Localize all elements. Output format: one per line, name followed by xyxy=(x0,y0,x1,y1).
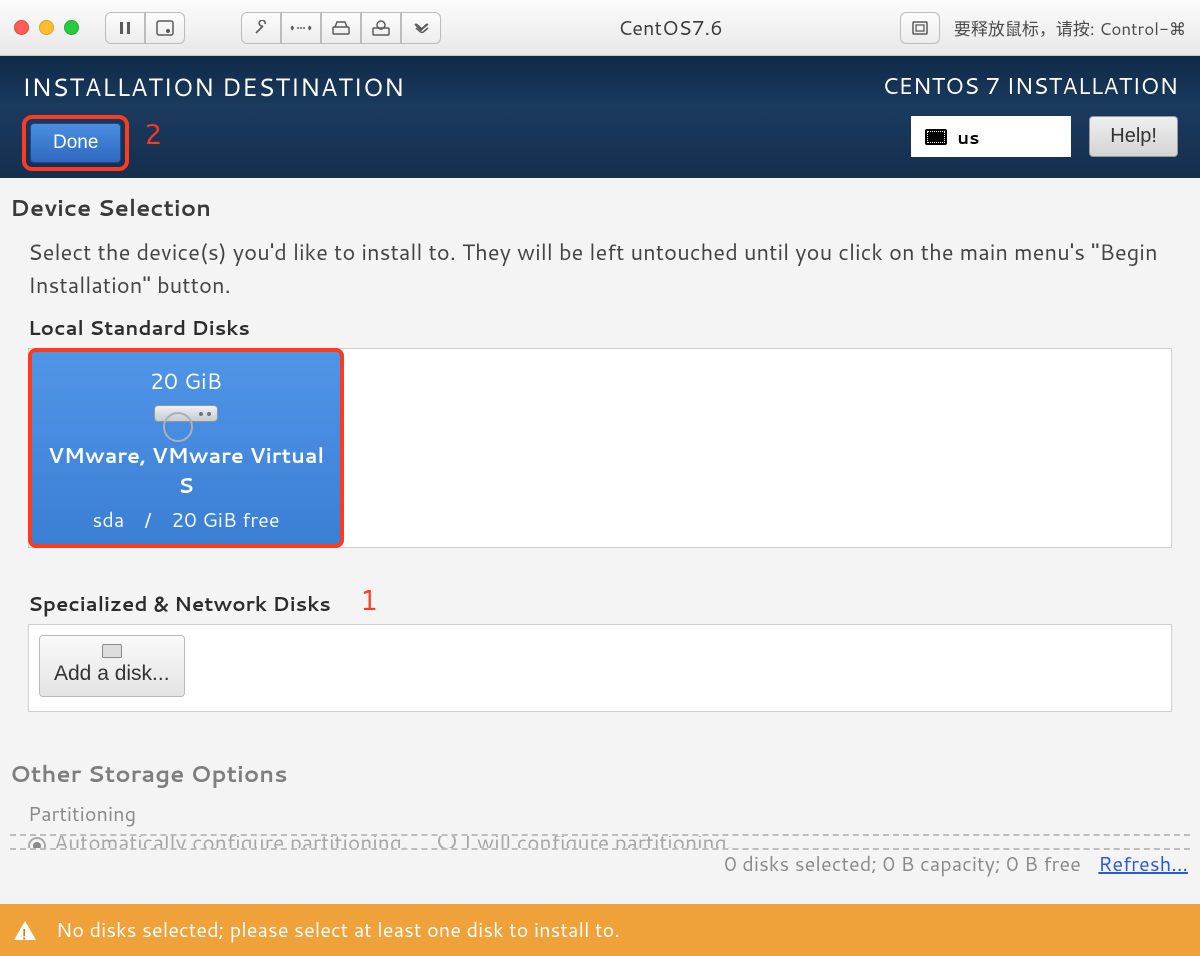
partitioning-label: Partitioning xyxy=(10,800,1190,828)
disk-device: sda xyxy=(92,506,124,534)
done-button[interactable]: Done xyxy=(30,123,121,163)
hdd-icon xyxy=(154,405,218,422)
vm-title: CentOS7.6 xyxy=(449,14,892,42)
mac-titlebar: CentOS7.6 要释放鼠标，请按: Control-⌘ xyxy=(0,0,1200,56)
window-controls xyxy=(14,20,79,35)
resize-button[interactable] xyxy=(281,12,321,44)
snapshot-button[interactable] xyxy=(145,12,185,44)
keyboard-icon xyxy=(925,129,947,145)
device-selection-description: Select the device(s) you'd like to insta… xyxy=(10,234,1190,302)
installer-header: INSTALLATION DESTINATION Done CENTOS 7 I… xyxy=(0,56,1200,178)
tools-button[interactable] xyxy=(241,12,281,44)
disk-meta: sda / 20 GiB free xyxy=(92,506,279,534)
main-content: Device Selection Select the device(s) yo… xyxy=(0,178,1200,956)
fullscreen-button[interactable] xyxy=(900,12,940,44)
selection-summary: 0 disks selected; 0 B capacity; 0 B free… xyxy=(724,850,1188,878)
page-title: INSTALLATION DESTINATION xyxy=(22,70,405,105)
zoom-window-button[interactable] xyxy=(64,20,79,35)
add-disk-label: Add a disk... xyxy=(54,662,170,686)
keyboard-layout-value: us xyxy=(957,124,979,150)
device-selection-heading: Device Selection xyxy=(10,192,1190,224)
radio-icon xyxy=(28,837,46,850)
add-disk-button[interactable]: Add a disk... xyxy=(39,635,185,697)
warning-bar: No disks selected; please select at leas… xyxy=(0,904,1200,956)
help-button[interactable]: Help! xyxy=(1089,116,1178,157)
more-devices-button[interactable] xyxy=(401,12,441,44)
pause-button[interactable] xyxy=(105,12,145,44)
close-window-button[interactable] xyxy=(14,20,29,35)
annotation-step-1: 1 xyxy=(360,580,378,620)
partitioning-options: Automatically configure partitioning. I … xyxy=(10,834,1190,850)
keyboard-layout-selector[interactable]: us xyxy=(911,116,1071,157)
mouse-release-hint: 要释放鼠标，请按: Control-⌘ xyxy=(954,15,1186,41)
radio-auto-partition[interactable]: Automatically configure partitioning. xyxy=(28,834,408,850)
disk-free: 20 GiB free xyxy=(171,506,279,534)
vm-devices-group xyxy=(241,12,441,44)
network-disks-pane: Add a disk... xyxy=(28,624,1172,712)
network-disks-label: Specialized & Network Disks xyxy=(10,590,1190,618)
vm-control-group xyxy=(105,12,185,44)
other-storage-heading: Other Storage Options xyxy=(10,758,1190,790)
disk-size: 20 GiB xyxy=(150,366,222,397)
radio-manual-partition[interactable]: I will configure partitioning. xyxy=(438,834,733,850)
local-disks-label: Local Standard Disks xyxy=(10,314,1190,342)
optical-device-button[interactable] xyxy=(361,12,401,44)
annotation-box-2: Done xyxy=(22,115,129,171)
annotation-step-2: 2 xyxy=(144,114,162,154)
disk-tile-sda[interactable]: 20 GiB VMware, VMware Virtual S sda / 20… xyxy=(28,348,344,548)
refresh-link[interactable]: Refresh... xyxy=(1098,850,1188,878)
installer-brand: CENTOS 7 INSTALLATION xyxy=(882,70,1178,102)
local-disks-pane: 20 GiB VMware, VMware Virtual S sda / 20… xyxy=(28,348,1172,548)
add-disk-icon xyxy=(102,644,122,658)
warning-message: No disks selected; please select at leas… xyxy=(56,916,620,944)
selection-summary-text: 0 disks selected; 0 B capacity; 0 B free xyxy=(724,850,1081,878)
disk-device-button[interactable] xyxy=(321,12,361,44)
radio-icon xyxy=(438,834,456,850)
disk-meta-sep: / xyxy=(144,506,151,534)
warning-icon xyxy=(14,921,36,940)
minimize-window-button[interactable] xyxy=(39,20,54,35)
disk-model: VMware, VMware Virtual S xyxy=(38,440,334,500)
